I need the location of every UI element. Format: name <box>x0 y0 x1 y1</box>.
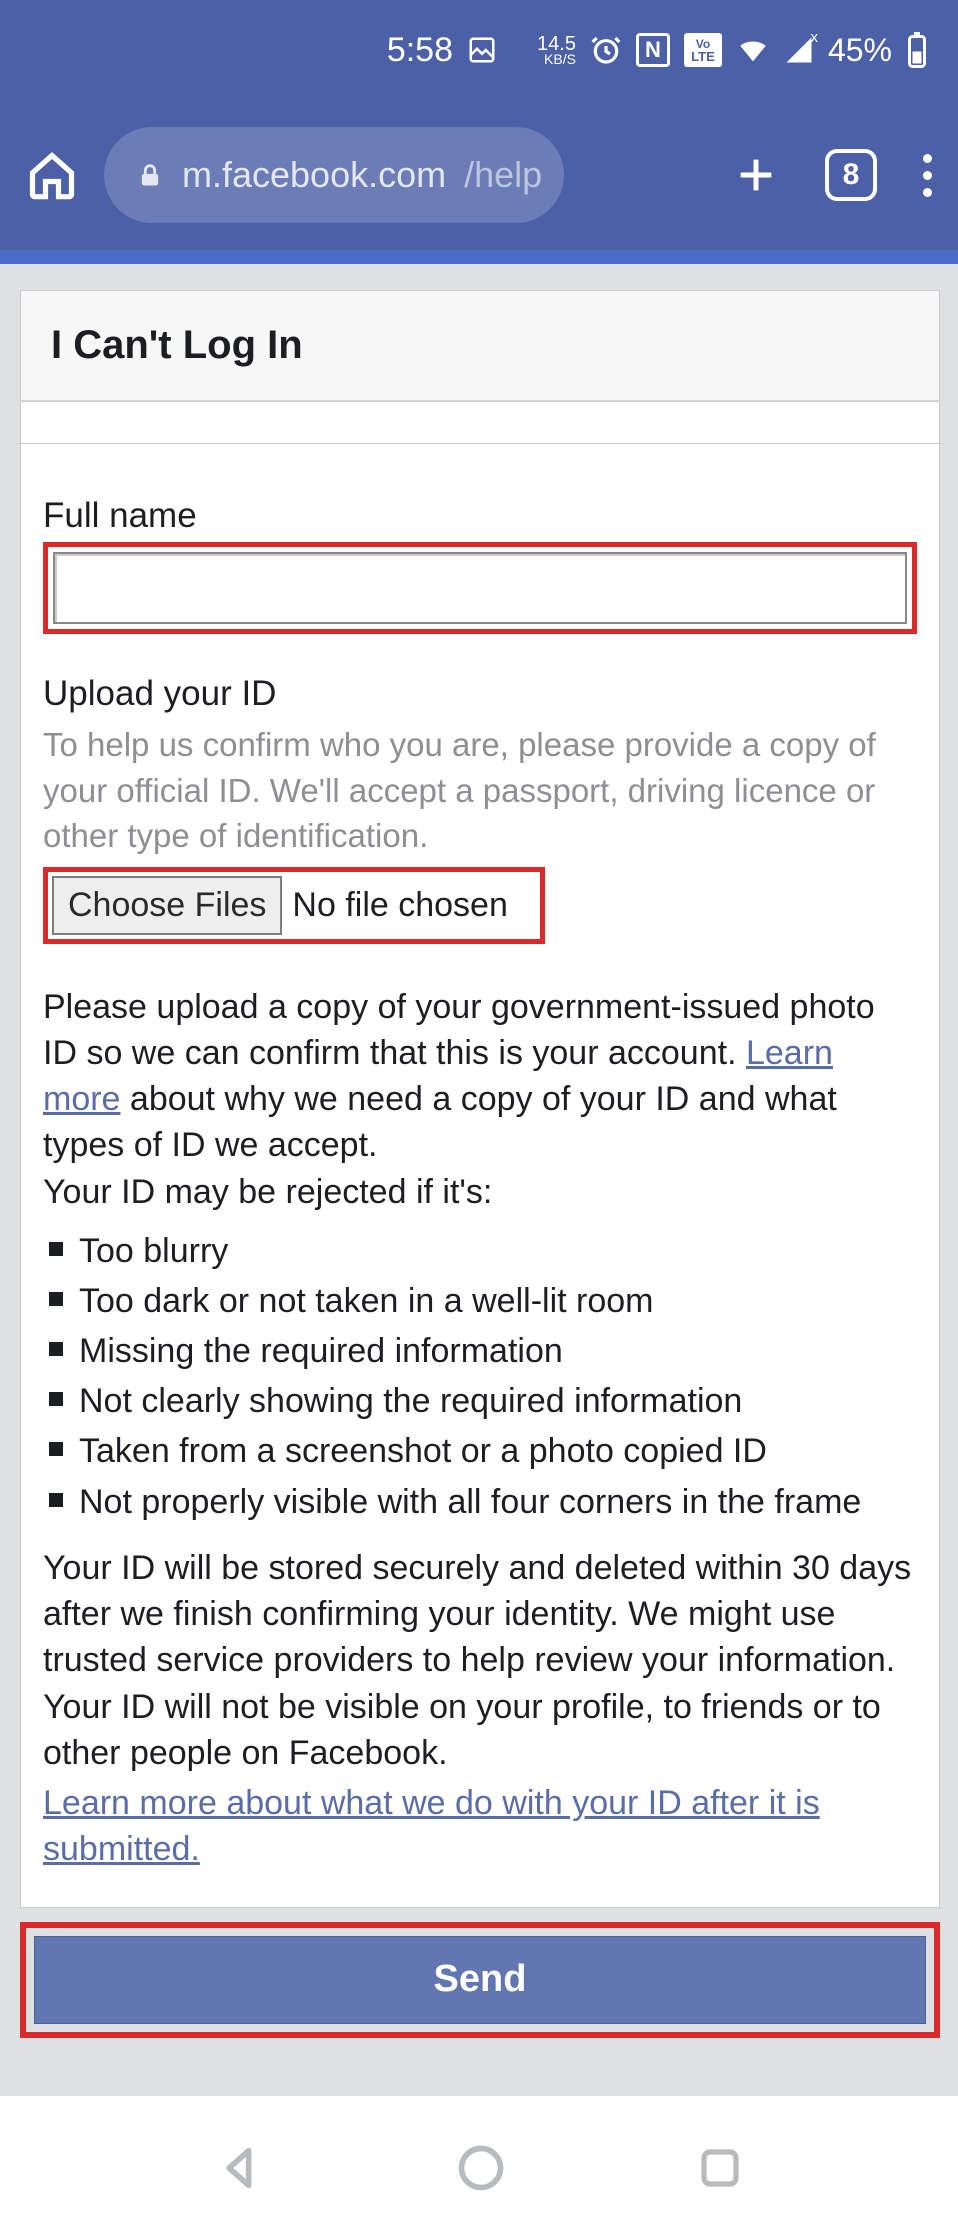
list-item: Too dark or not taken in a well-lit room <box>43 1278 917 1324</box>
instr-post: about why we need a copy of your ID and … <box>43 1080 837 1164</box>
upload-instructions: Please upload a copy of your government-… <box>43 984 917 1169</box>
page-title: I Can't Log In <box>21 291 939 401</box>
send-highlight: Send <box>20 1922 940 2038</box>
list-item: Taken from a screenshot or a photo copie… <box>43 1428 917 1474</box>
full-name-label: Full name <box>43 496 917 536</box>
choose-files-button[interactable]: Choose Files <box>52 876 282 935</box>
related-heading-cut <box>0 2064 958 2096</box>
signal-icon: x <box>784 35 814 65</box>
home-icon[interactable] <box>26 149 78 201</box>
send-button[interactable]: Send <box>34 1936 926 2024</box>
recents-button[interactable] <box>696 2144 744 2192</box>
browser-toolbar: m.facebook.com/help 8 <box>0 100 958 250</box>
android-nav-bar <box>0 2096 958 2240</box>
upload-id-label: Upload your ID <box>43 674 917 714</box>
list-item: Not clearly showing the required informa… <box>43 1378 917 1424</box>
help-form: Full name Upload your ID To help us conf… <box>20 444 940 1908</box>
address-bar[interactable]: m.facebook.com/help <box>104 127 564 223</box>
new-tab-icon[interactable] <box>733 152 779 198</box>
file-upload-highlight: Choose Files No file chosen <box>43 867 545 944</box>
upload-id-help: To help us confirm who you are, please p… <box>43 722 917 859</box>
volte-icon: VoLTE <box>684 33 722 67</box>
learn-more-id-link[interactable]: Learn more about what we do with your ID… <box>43 1780 917 1872</box>
url-path: /help <box>464 154 542 196</box>
status-time: 5:58 <box>387 31 453 70</box>
rejection-heading: Your ID may be rejected if it's: <box>43 1173 917 1212</box>
lock-icon <box>136 161 164 189</box>
battery-percent: 45% <box>828 32 892 69</box>
list-item: Too blurry <box>43 1228 917 1274</box>
full-name-highlight <box>43 542 917 634</box>
file-status: No file chosen <box>292 886 507 925</box>
spacer <box>20 402 940 444</box>
home-button[interactable] <box>455 2142 507 2194</box>
back-button[interactable] <box>214 2142 266 2194</box>
page-header-panel: I Can't Log In <box>20 290 940 402</box>
storage-notice: Your ID will be stored securely and dele… <box>43 1545 917 1776</box>
list-item: Missing the required information <box>43 1328 917 1374</box>
overflow-menu-icon[interactable] <box>923 154 932 197</box>
facebook-top-stripe <box>0 250 958 264</box>
alarm-icon <box>590 34 622 66</box>
list-item: Not properly visible with all four corne… <box>43 1479 917 1525</box>
full-name-input[interactable] <box>53 552 907 624</box>
android-status-bar: 5:58 14.5 KB/S N VoLTE x 45% <box>0 0 958 100</box>
tab-switcher[interactable]: 8 <box>825 149 877 201</box>
wifi-icon <box>736 33 770 67</box>
data-speed-indicator: 14.5 KB/S <box>537 35 576 66</box>
screenshot-icon <box>467 35 497 65</box>
url-host: m.facebook.com <box>182 154 446 196</box>
nfc-icon: N <box>636 33 670 67</box>
battery-icon <box>906 32 928 68</box>
rejection-list: Too blurry Too dark or not taken in a we… <box>43 1228 917 1525</box>
